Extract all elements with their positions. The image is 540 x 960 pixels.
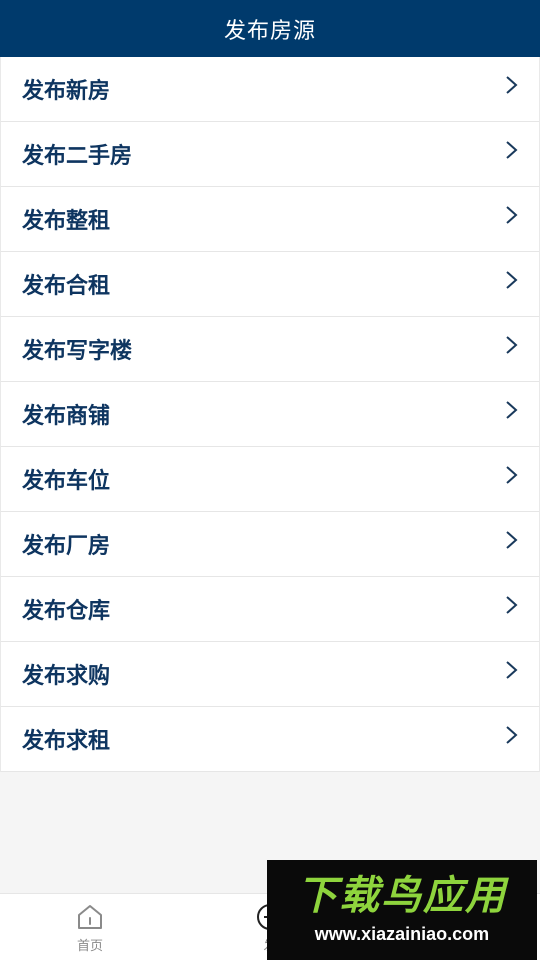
chevron-right-icon [505,205,519,225]
chevron-right-icon [505,335,519,355]
menu-item-label: 发布二手房 [22,144,133,169]
menu-item-label: 发布整租 [22,209,111,234]
menu-item-parking[interactable]: 发布车位 [0,447,540,512]
menu-item-label: 发布新房 [22,79,111,104]
menu-item-want-rent[interactable]: 发布求租 [0,707,540,772]
watermark-url: www.xiazainiao.com [314,923,490,944]
chevron-right-icon [505,270,519,290]
chevron-right-icon [505,660,519,680]
menu-item-shop[interactable]: 发布商铺 [0,382,540,447]
menu-item-whole-rent[interactable]: 发布整租 [0,187,540,252]
menu-item-second-hand[interactable]: 发布二手房 [0,122,540,187]
watermark-overlay: 下载鸟应用 www.xiazainiao.com [267,860,537,960]
chevron-right-icon [505,530,519,550]
publish-menu: 发布新房 发布二手房 发布整租 发布合租 发布写字楼 发布商铺 发布车位 发布厂… [0,57,540,772]
menu-item-office[interactable]: 发布写字楼 [0,317,540,382]
menu-item-warehouse[interactable]: 发布仓库 [0,577,540,642]
menu-item-label: 发布合租 [22,274,111,299]
menu-item-label: 发布商铺 [22,404,111,429]
menu-item-shared-rent[interactable]: 发布合租 [0,252,540,317]
tab-home[interactable]: 首页 [50,894,130,960]
menu-item-label: 发布求购 [22,664,111,689]
chevron-right-icon [505,400,519,420]
chevron-right-icon [505,465,519,485]
menu-item-label: 发布写字楼 [22,339,133,364]
page-header: 发布房源 [0,0,540,57]
menu-item-new-house[interactable]: 发布新房 [0,57,540,122]
menu-item-label: 发布车位 [22,469,111,494]
menu-item-want-buy[interactable]: 发布求购 [0,642,540,707]
menu-item-label: 发布求租 [22,729,111,754]
chevron-right-icon [505,595,519,615]
menu-item-factory[interactable]: 发布厂房 [0,512,540,577]
watermark-title: 下载鸟应用 [297,872,507,919]
chevron-right-icon [505,75,519,95]
page-title: 发布房源 [223,18,316,44]
home-icon [75,902,105,932]
tab-home-label: 首页 [76,939,103,954]
chevron-right-icon [505,140,519,160]
chevron-right-icon [505,725,519,745]
app-root: 发布房源 发布新房 发布二手房 发布整租 发布合租 发布写字楼 发布商铺 发布车… [0,0,540,960]
menu-item-label: 发布厂房 [22,534,111,559]
menu-item-label: 发布仓库 [22,599,111,624]
